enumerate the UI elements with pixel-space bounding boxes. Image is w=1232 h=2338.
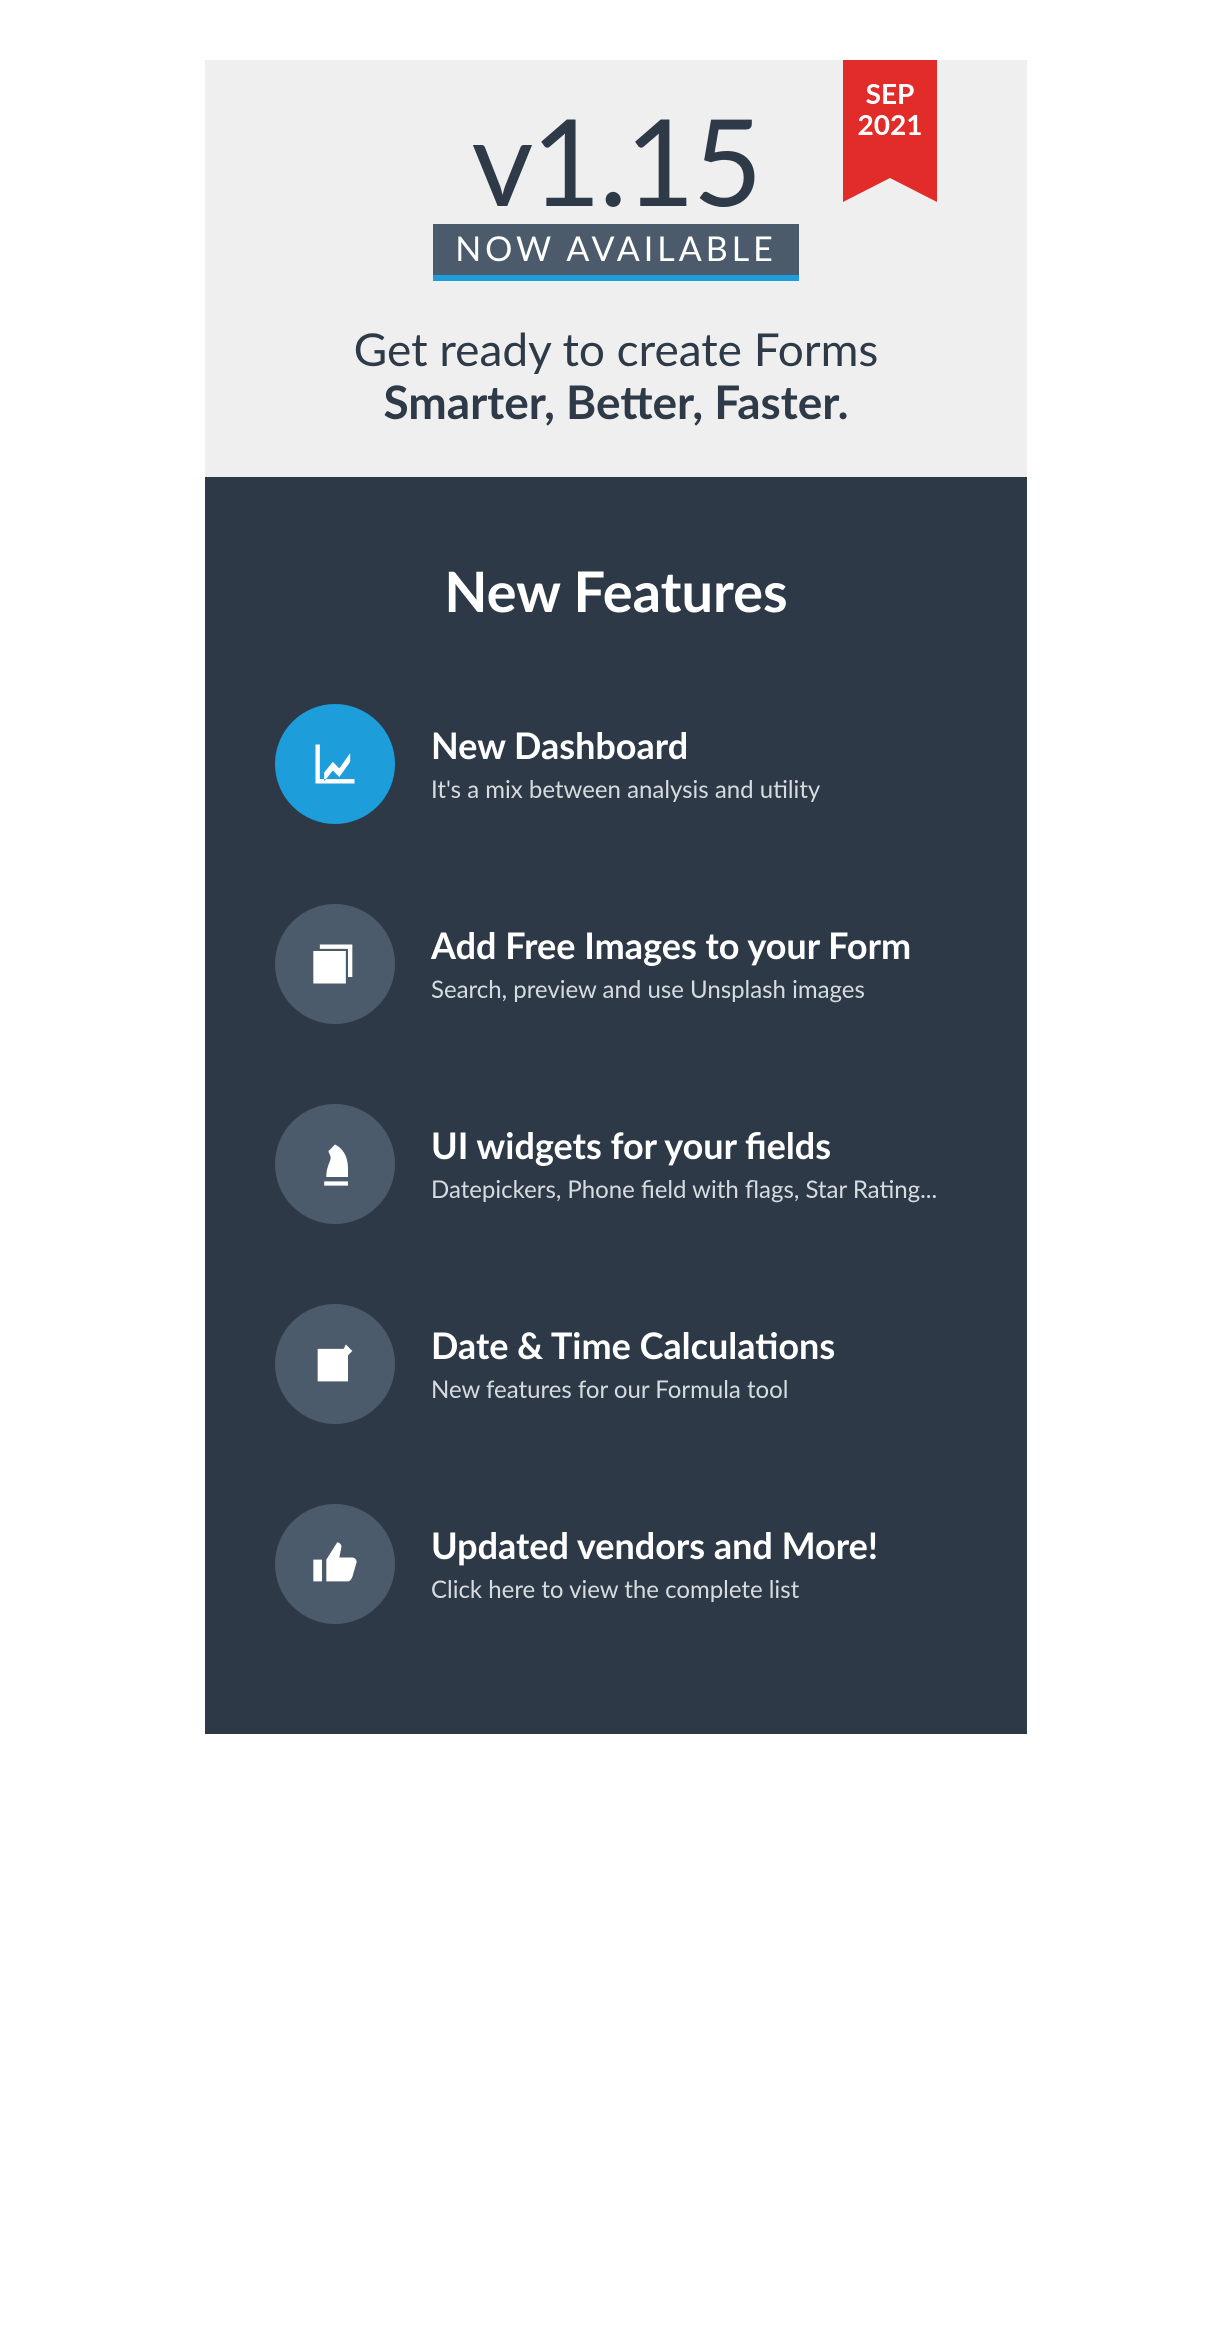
feature-desc: Search, preview and use Unsplash images (431, 975, 911, 1004)
calendar-check-icon (275, 1304, 395, 1424)
date-ribbon: SEP 2021 (843, 60, 937, 178)
feature-title: Date & Time Calculations (431, 1323, 835, 1367)
tagline-line1: Get ready to create Forms (245, 323, 987, 376)
chess-knight-icon (275, 1104, 395, 1224)
promo-card: SEP 2021 v1.15 NOW AVAILABLE Get ready t… (205, 60, 1027, 1734)
chart-icon (275, 704, 395, 824)
tagline: Get ready to create Forms Smarter, Bette… (245, 323, 987, 429)
feature-desc: New features for our Formula tool (431, 1375, 835, 1404)
feature-title: Updated vendors and More! (431, 1523, 878, 1567)
feature-item-link[interactable]: Updated vendors and More! Click here to … (275, 1504, 957, 1624)
ribbon-year: 2021 (843, 109, 937, 140)
feature-desc: It's a mix between analysis and utility (431, 775, 820, 804)
feature-title: Add Free Images to your Form (431, 923, 911, 967)
feature-title: New Dashboard (431, 723, 820, 767)
features-heading: New Features (275, 557, 957, 624)
feature-desc: Click here to view the complete list (431, 1575, 878, 1604)
ribbon-month: SEP (843, 78, 937, 109)
tagline-line2: Smarter, Better, Faster. (245, 376, 987, 429)
availability-badge: NOW AVAILABLE (433, 224, 799, 281)
feature-title: UI widgets for your fields (431, 1123, 937, 1167)
thumbs-up-icon (275, 1504, 395, 1624)
image-icon (275, 904, 395, 1024)
feature-item: Date & Time Calculations New features fo… (275, 1304, 957, 1424)
hero-section: SEP 2021 v1.15 NOW AVAILABLE Get ready t… (205, 60, 1027, 477)
feature-item: New Dashboard It's a mix between analysi… (275, 704, 957, 824)
feature-item: UI widgets for your fields Datepickers, … (275, 1104, 957, 1224)
feature-desc: Datepickers, Phone field with flags, Sta… (431, 1175, 937, 1204)
features-section: New Features New Dashboard It's a mix be… (205, 477, 1027, 1734)
feature-item: Add Free Images to your Form Search, pre… (275, 904, 957, 1024)
